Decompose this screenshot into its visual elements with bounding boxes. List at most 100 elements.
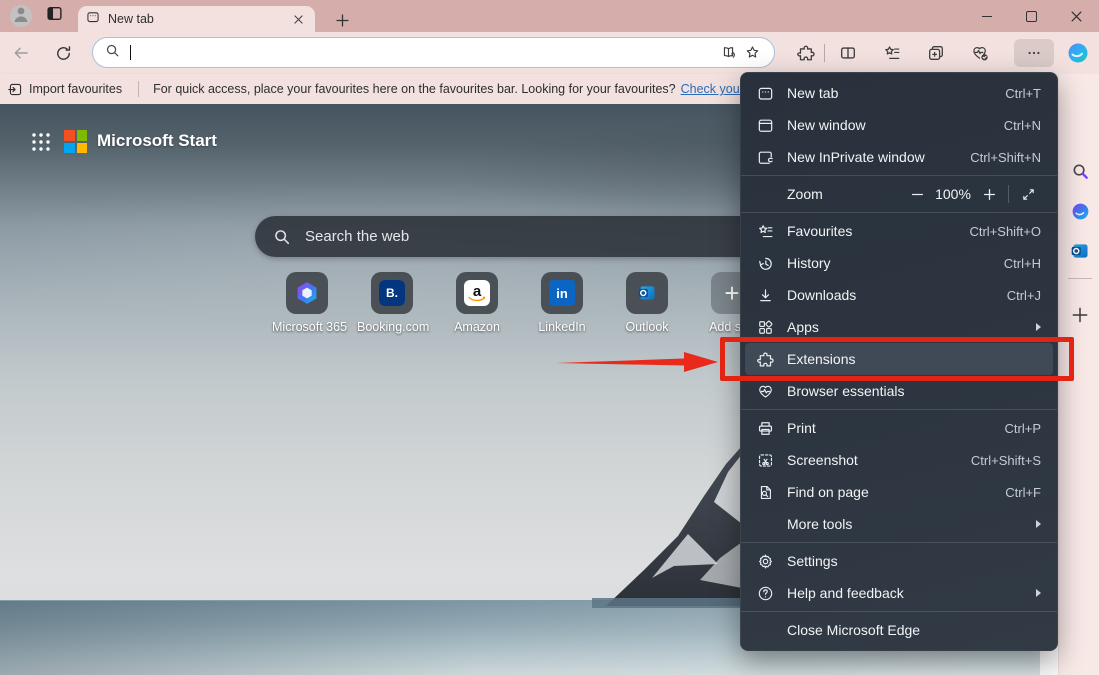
shortcut-linkedin[interactable]: in LinkedIn bbox=[527, 272, 597, 334]
settings-and-more-menu: New tab Ctrl+T New window Ctrl+N New InP… bbox=[740, 72, 1058, 651]
back-arrow-icon bbox=[12, 44, 30, 62]
help-icon bbox=[755, 583, 775, 603]
shortcut-booking[interactable]: B. Booking.com bbox=[357, 272, 427, 334]
maximize-button[interactable] bbox=[1009, 0, 1054, 32]
menu-item-help-and-feedback[interactable]: Help and feedback bbox=[741, 577, 1057, 609]
shortcut-outlook[interactable]: Outlook bbox=[612, 272, 682, 334]
shortcut-label: Amazon bbox=[442, 320, 512, 334]
settings-and-more-button[interactable] bbox=[1014, 39, 1054, 67]
booking-icon: B. bbox=[379, 280, 405, 306]
submenu-arrow-icon bbox=[1036, 520, 1041, 528]
microsoft-logo bbox=[64, 130, 87, 153]
tab-close-button[interactable] bbox=[290, 11, 307, 28]
import-favourites-button[interactable]: Import favourites bbox=[8, 82, 122, 97]
window-controls bbox=[964, 0, 1099, 32]
address-bar[interactable] bbox=[92, 37, 775, 68]
menu-separator bbox=[741, 175, 1057, 176]
shortcut-label: Booking.com bbox=[357, 320, 427, 334]
import-favourites-icon bbox=[8, 82, 23, 97]
sidebar-add-button[interactable] bbox=[1067, 302, 1093, 328]
profile-button[interactable] bbox=[10, 5, 32, 27]
favourites-bar-divider bbox=[138, 81, 139, 97]
tab-new-tab[interactable]: New tab bbox=[78, 6, 315, 32]
zoom-divider bbox=[1008, 185, 1009, 203]
amazon-icon: a bbox=[464, 280, 490, 306]
menu-item-find-on-page[interactable]: Find on page Ctrl+F bbox=[741, 476, 1057, 508]
microsoft-365-icon bbox=[294, 280, 320, 306]
menu-item-more-tools[interactable]: More tools bbox=[741, 508, 1057, 540]
menu-item-settings[interactable]: Settings bbox=[741, 545, 1057, 577]
sidebar-search-icon bbox=[1071, 162, 1090, 181]
tab-title: New tab bbox=[108, 12, 290, 26]
menu-item-downloads[interactable]: Downloads Ctrl+J bbox=[741, 279, 1057, 311]
extensions-icon bbox=[755, 349, 775, 369]
downloads-icon bbox=[755, 285, 775, 305]
extensions-puzzle-icon bbox=[797, 44, 815, 62]
menu-item-close-microsoft-edge[interactable]: Close Microsoft Edge bbox=[741, 614, 1057, 646]
outlook-tile bbox=[626, 272, 668, 314]
menu-item-extensions[interactable]: Extensions bbox=[745, 343, 1053, 375]
app-launcher-grid-icon bbox=[31, 132, 51, 152]
new-tab-button[interactable] bbox=[331, 9, 353, 31]
zoom-in-button[interactable] bbox=[976, 181, 1002, 207]
sidebar-outlook-button[interactable] bbox=[1067, 238, 1093, 264]
screenshot-icon bbox=[755, 450, 775, 470]
copilot-button[interactable] bbox=[1064, 39, 1092, 67]
browser-essentials-button[interactable] bbox=[966, 39, 994, 67]
menu-item-new-tab[interactable]: New tab Ctrl+T bbox=[741, 77, 1057, 109]
new-window-icon bbox=[755, 115, 775, 135]
menu-item-new-window[interactable]: New window Ctrl+N bbox=[741, 109, 1057, 141]
back-button[interactable] bbox=[8, 40, 34, 66]
menu-separator bbox=[741, 409, 1057, 410]
menu-item-new-inprivate-window[interactable]: New InPrivate window Ctrl+Shift+N bbox=[741, 141, 1057, 173]
menu-item-screenshot[interactable]: Screenshot Ctrl+Shift+S bbox=[741, 444, 1057, 476]
workspaces-button[interactable] bbox=[42, 4, 66, 28]
page-title: Microsoft Start bbox=[97, 129, 217, 153]
booking-tile: B. bbox=[371, 272, 413, 314]
app-launcher-button[interactable] bbox=[30, 131, 52, 153]
minimize-button[interactable] bbox=[964, 0, 1009, 32]
collections-button[interactable] bbox=[922, 39, 950, 67]
shortcut-label: LinkedIn bbox=[527, 320, 597, 334]
favourites-star-list-icon bbox=[883, 44, 901, 62]
close-button[interactable] bbox=[1054, 0, 1099, 32]
linkedin-tile: in bbox=[541, 272, 583, 314]
outlook-icon bbox=[637, 283, 657, 303]
read-aloud-button[interactable] bbox=[716, 41, 740, 65]
close-icon bbox=[1071, 11, 1082, 22]
menu-item-print[interactable]: Print Ctrl+P bbox=[741, 412, 1057, 444]
shortcut-amazon[interactable]: a Amazon bbox=[442, 272, 512, 334]
tab-icon bbox=[86, 10, 100, 29]
zoom-out-button[interactable] bbox=[904, 181, 930, 207]
favourites-toolbar-button[interactable] bbox=[878, 39, 906, 67]
settings-gear-icon bbox=[755, 551, 775, 571]
menu-separator bbox=[741, 212, 1057, 213]
menu-separator bbox=[741, 542, 1057, 543]
read-aloud-icon bbox=[720, 44, 737, 61]
navigation-toolbar bbox=[0, 32, 1099, 74]
web-search-box[interactable]: Search the web bbox=[255, 216, 775, 257]
microsoft-365-icon bbox=[1070, 201, 1091, 222]
toolbar-divider bbox=[824, 44, 825, 62]
menu-item-browser-essentials[interactable]: Browser essentials bbox=[741, 375, 1057, 407]
apps-icon bbox=[755, 317, 775, 337]
shortcut-microsoft-365[interactable]: Microsoft 365 bbox=[272, 272, 342, 334]
add-favourite-button[interactable] bbox=[740, 41, 764, 65]
menu-item-zoom: Zoom 100% bbox=[741, 178, 1057, 210]
sidebar-search-button[interactable] bbox=[1067, 158, 1093, 184]
workspaces-icon bbox=[46, 5, 63, 27]
split-screen-button[interactable] bbox=[834, 39, 862, 67]
extensions-toolbar-button[interactable] bbox=[792, 39, 820, 67]
menu-item-favourites[interactable]: Favourites Ctrl+Shift+O bbox=[741, 215, 1057, 247]
browser-essentials-icon bbox=[755, 381, 775, 401]
refresh-icon bbox=[55, 45, 72, 62]
ellipsis-icon bbox=[1026, 45, 1042, 61]
refresh-button[interactable] bbox=[50, 40, 76, 66]
shortcut-label: Outlook bbox=[612, 320, 682, 334]
menu-item-apps[interactable]: Apps bbox=[741, 311, 1057, 343]
fullscreen-button[interactable] bbox=[1015, 181, 1041, 207]
history-icon bbox=[755, 253, 775, 273]
title-bar: New tab bbox=[0, 0, 1099, 32]
sidebar-microsoft365-button[interactable] bbox=[1067, 198, 1093, 224]
menu-item-history[interactable]: History Ctrl+H bbox=[741, 247, 1057, 279]
